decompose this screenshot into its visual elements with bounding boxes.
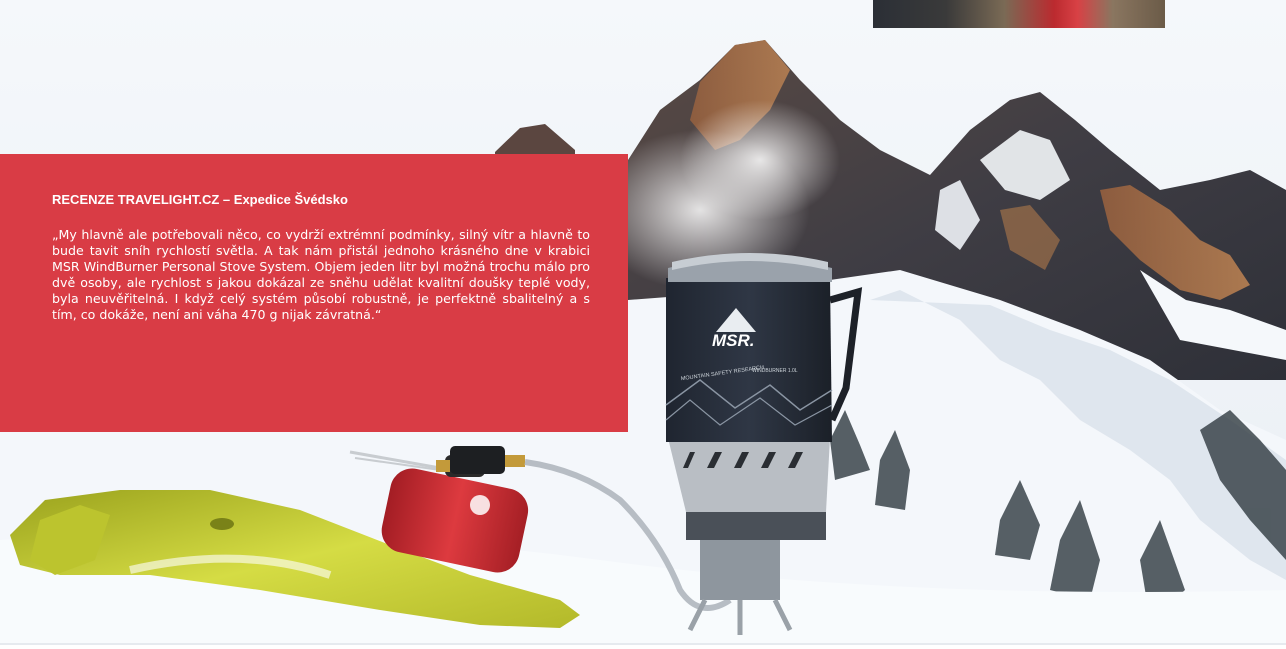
thumbnail-photo (873, 0, 1165, 28)
model-label-text: WINDBURNER 1.0L (752, 368, 798, 374)
review-quote: „My hlavně ale potřebovali něco, co vydr… (52, 227, 590, 322)
review-card: RECENZE TRAVELIGHT.CZ – Expedice Švédsko… (0, 154, 628, 432)
msr-logo-text: MSR. (712, 331, 755, 350)
review-title: RECENZE TRAVELIGHT.CZ – Expedice Švédsko (52, 192, 348, 207)
